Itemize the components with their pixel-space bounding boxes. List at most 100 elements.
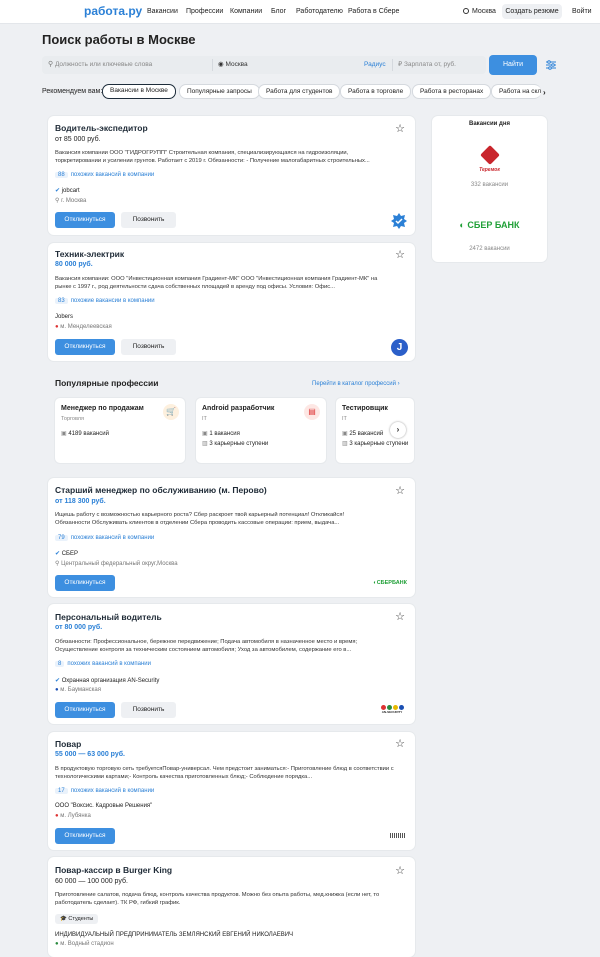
call-button[interactable]: Позвонить [121,212,176,228]
company-name[interactable]: ООО "Воксис. Кадровые Решения" [55,803,152,809]
verified-badge-icon [391,213,407,229]
stat-text: 1 вакансия [209,431,240,437]
company-logo: ◐СБЕРБАНК [373,580,407,586]
keyword-input[interactable]: ⚲ Должность или ключевые слова [48,56,208,74]
profession-card[interactable]: Android разработчик IT ▤ ▣ 1 вакансия ▥ … [196,398,326,463]
job-card[interactable]: Старший менеджер по обслуживанию (м. Пер… [48,478,415,597]
apply-button[interactable]: Откликнуться [55,212,115,228]
salary-input[interactable]: ₽ Зарплата от, руб. [398,56,488,74]
chip-trade[interactable]: Работа в торговле [340,84,412,99]
profession-stat: ▥ 3 карьерные ступени [202,440,268,447]
verified-icon: ✔ [55,551,61,557]
job-title[interactable]: Повар-кассир в Burger King [55,865,172,875]
carousel-next-button[interactable]: › [390,422,406,438]
company-label: СБЕР [61,551,78,557]
favorite-star-icon[interactable]: ☆ [395,122,405,135]
verified-icon: ✔ [55,188,61,194]
apply-button[interactable]: Откликнуться [55,339,115,355]
favorite-star-icon[interactable]: ☆ [395,484,405,497]
radius-button[interactable]: Радиус [364,56,386,74]
company-name[interactable]: Jobers [55,314,73,320]
create-resume-button[interactable]: Создать резюме [502,4,562,19]
job-title[interactable]: Водитель-экспедитор [55,123,148,133]
job-salary: 60 000 — 100 000 руб. [55,878,128,885]
nav-companies[interactable]: Компании [230,8,262,15]
profession-title: Менеджер по продажам [61,405,144,412]
favorite-star-icon[interactable]: ☆ [395,610,405,623]
location-text: г. Москва [61,198,87,204]
favorite-star-icon[interactable]: ☆ [395,864,405,877]
login-button[interactable]: Войти [572,8,592,15]
job-desc-line: рынке с 1997 г., род деятельности сдача … [55,284,335,290]
catalog-link[interactable]: Перейти в каталог профессий › [312,381,400,387]
job-title[interactable]: Старший менеджер по обслуживанию (м. Пер… [55,485,267,495]
search-bar: ⚲ Должность или ключевые слова ◉ Москва … [42,56,486,74]
similar-jobs-link[interactable]: 83 похожие вакансии в компании [55,298,155,304]
job-desc-line: Обязанности Обслуживать клиентов в отдел… [55,520,340,526]
vacancy-count: 332 вакансии [470,182,509,188]
company-name[interactable]: ✔ СБЕР [55,550,78,557]
chip-restaurants[interactable]: Работа в ресторанах [412,84,492,99]
stat-text: 3 карьерные ступени [209,441,269,447]
chip-students[interactable]: Работа для студентов [258,84,341,99]
logo-text: СБЕР БАНК [467,220,520,230]
job-card[interactable]: Водитель-экспедитор от 85 000 руб. ☆ Вак… [48,116,415,235]
keyword-placeholder: Должность или ключевые слова [54,61,153,68]
similar-jobs-link[interactable]: 17 похожих вакансий в компании [55,788,154,794]
verified-icon: ✔ [55,678,61,684]
chip-moscow[interactable]: Вакансии в Москве [102,84,176,99]
chip-warehouse[interactable]: Работа на скл [491,84,541,99]
company-name[interactable]: ✔ Охранная организация AN-Security [55,677,159,684]
apply-button[interactable]: Откликнуться [55,702,115,718]
profession-stat: ▥ 3 карьерные ступени [342,440,408,447]
job-desc-line: Вакансия компании ООО "ГИДРОГРУПП" Строи… [55,150,349,156]
nav-blog[interactable]: Блог [271,8,286,15]
sidebar-title: Вакансии дня [469,121,510,127]
job-desc-line: Осуществление контроля за техническим со… [55,647,352,653]
company-name[interactable]: ИНДИВИДУАЛЬНЫЙ ПРЕДПРИНИМАТЕЛЬ ЗЕМЛЯНСКИ… [55,932,293,938]
job-card[interactable]: Техник-электрик 80 000 руб. ☆ Вакансия к… [48,243,415,361]
nav-employer[interactable]: Работодателю [296,8,343,15]
site-logo[interactable]: работа.ру [84,4,142,18]
profession-card[interactable]: Менеджер по продажам Торговля 🛒 ▣ 4189 в… [55,398,185,463]
job-desc-line: Приготовление салатов, подача блюд, конт… [55,892,380,898]
profession-category: IT [202,416,207,422]
favorite-star-icon[interactable]: ☆ [395,248,405,261]
location-input[interactable]: ◉ Москва [218,56,358,74]
job-card[interactable]: Повар-кассир в Burger King 60 000 — 100 … [48,857,415,957]
company-sber[interactable]: ◐ СБЕР БАНК [432,220,547,230]
similar-jobs-link[interactable]: 8 похожих вакансий в компании [55,661,151,667]
job-title[interactable]: Персональный водитель [55,612,162,622]
teremok-logo-icon [479,145,500,165]
code-icon: ▤ [304,404,320,420]
nav-sber[interactable]: Работа в Сбере [348,8,399,15]
job-desc-line: Обязанности: Профессиональное, бережное … [55,639,358,645]
similar-jobs-link[interactable]: 79 похожих вакансий в компании [55,535,154,541]
profession-stat: ▣ 4189 вакансий [61,430,109,437]
job-location: ⚲ Центральный федеральный округ,Москва [55,560,178,567]
job-title[interactable]: Техник-электрик [55,249,124,259]
nav-vacancies[interactable]: Вакансии [147,8,178,15]
favorite-star-icon[interactable]: ☆ [395,737,405,750]
similar-jobs-link[interactable]: 88 похожих вакансий в компании [55,172,154,178]
chevron-right-icon[interactable]: › [543,88,546,97]
find-button[interactable]: Найти [489,55,537,75]
tag-label: Студенты [68,916,94,922]
call-button[interactable]: Позвонить [121,702,176,718]
job-card[interactable]: Персональный водитель от 80 000 руб. ☆ О… [48,604,415,724]
job-card[interactable]: Повар 55 000 — 63 000 руб. ☆ В продуктов… [48,732,415,850]
recommend-label: Рекомендуем вам: [42,88,103,95]
briefcase-icon: ▣ [61,431,67,437]
pin-icon: ⚲ [55,561,60,567]
chip-popular[interactable]: Популярные запросы [179,84,260,99]
company-name[interactable]: ✔ jobcart [55,187,80,194]
call-button[interactable]: Позвонить [121,339,176,355]
job-title[interactable]: Повар [55,739,81,749]
apply-button[interactable]: Откликнуться [55,575,115,591]
briefcase-icon: ▣ [202,431,208,437]
company-teremok[interactable]: Теремок [432,145,547,173]
city-selector[interactable]: Москва [463,8,496,15]
apply-button[interactable]: Откликнуться [55,828,115,844]
nav-professions[interactable]: Профессии [186,8,223,15]
filter-icon[interactable] [546,60,556,70]
